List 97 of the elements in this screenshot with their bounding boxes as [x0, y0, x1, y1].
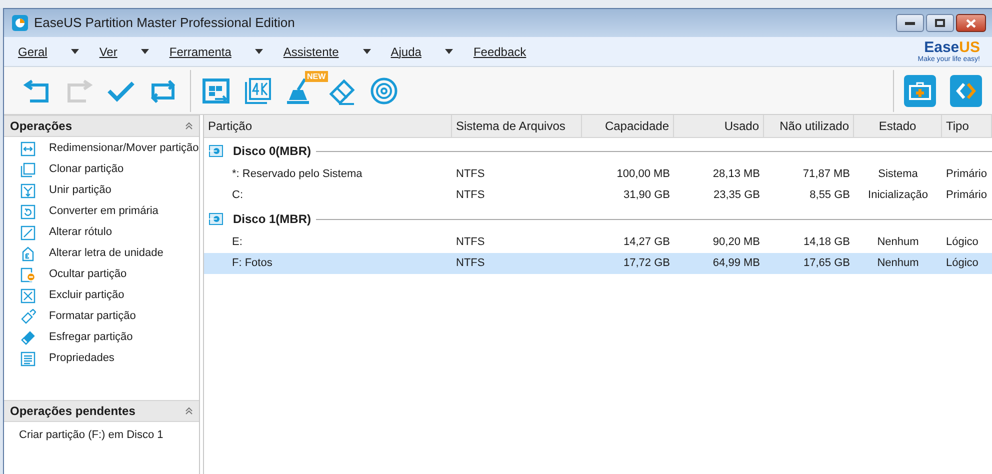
column-header[interactable]: Tipo: [942, 115, 992, 137]
table-cell-text: 17,65 GB: [802, 256, 851, 272]
pending-operation: Criar partição (F:) em Disco 1: [18, 428, 164, 443]
menu-item[interactable]: Assistente: [283, 42, 371, 60]
delete-icon: [20, 288, 36, 304]
close-icon: [966, 18, 976, 28]
edit-label-icon: [20, 224, 36, 240]
menu-item[interactable]: Feedback: [473, 42, 526, 60]
properties-icon: [20, 350, 36, 366]
table-cell-text: 14,27 GB: [622, 235, 671, 250]
dropdown-caret-icon: [141, 49, 150, 54]
paintbrush-icon: [20, 308, 36, 324]
table-cell-text: NTFS: [455, 167, 486, 182]
table-cell-text: Lógico: [945, 235, 980, 250]
table-cell-text: Lógico: [945, 256, 980, 272]
dropdown-caret-icon: [255, 49, 264, 54]
partition-row[interactable]: F: Fotos NTFS 17,72 GB 64,99 MB 17,65 GB Nenhum Lógico: [204, 253, 992, 274]
table-cell-text: 90,20 MB: [712, 235, 761, 250]
toolbar-button[interactable]: [243, 76, 273, 106]
operation-item[interactable]: Formatar partição: [4, 306, 199, 327]
collapse-icon[interactable]: [185, 122, 193, 130]
table-cell-text: *: Reservado pelo Sistema: [231, 167, 364, 182]
table-cell-text: 17,72 GB: [622, 256, 671, 272]
partition-row[interactable]: C: NTFS 31,90 GB 23,35 GB 8,55 GB Inicialização Primário: [204, 185, 992, 206]
disk-name: Disco 0(MBR): [233, 143, 312, 160]
disk-name: Disco 1(MBR): [233, 211, 312, 228]
drive-letter-icon: [20, 246, 36, 262]
table-cell-text: 23,35 GB: [712, 188, 761, 204]
disc-icon: [369, 76, 399, 106]
operation-item[interactable]: Converter em primária: [4, 201, 199, 222]
table-cell-text: NTFS: [455, 188, 486, 204]
table-cell-text: 71,87 MB: [802, 167, 851, 182]
menu-item[interactable]: Ferramenta: [169, 42, 264, 60]
table-cell-text: Primário: [945, 188, 988, 204]
close-button[interactable]: [956, 14, 986, 32]
column-header[interactable]: Partição: [204, 115, 452, 137]
toolkit-button[interactable]: [904, 74, 936, 106]
column-header[interactable]: Usado: [674, 115, 764, 137]
convert-icon: [20, 204, 36, 220]
table-cell-text: Nenhum: [876, 256, 920, 272]
partition-row[interactable]: *: Reservado pelo Sistema NTFS 100,00 MB 28,13 MB 71,87 MB Sistema Primário: [204, 164, 992, 185]
hide-icon: [20, 266, 36, 282]
first-aid-kit-icon: [909, 82, 931, 100]
chevrons-icon: [956, 80, 976, 100]
merge-icon: [20, 182, 36, 198]
dropdown-caret-icon: [445, 49, 454, 54]
table-cell-text: Sistema: [877, 167, 919, 182]
operation-item[interactable]: Alterar letra de unidade: [4, 243, 199, 264]
code-button[interactable]: [950, 74, 982, 106]
menu-item[interactable]: Ver: [99, 42, 150, 60]
minimize-button[interactable]: [896, 14, 924, 32]
table-cell-text: Nenhum: [876, 235, 920, 250]
operation-item[interactable]: Esfregar partição: [4, 327, 199, 348]
dropdown-caret-icon: [362, 49, 371, 54]
toolbar-button[interactable]: [369, 76, 399, 106]
collapse-icon[interactable]: [185, 407, 193, 415]
clone-icon: [20, 162, 36, 178]
operation-item[interactable]: Ocultar partição: [4, 264, 199, 285]
menu-item[interactable]: Geral: [18, 42, 80, 60]
panel-title: Operações pendentes: [10, 403, 136, 420]
app-logo-icon: [12, 15, 28, 31]
maximize-button[interactable]: [926, 14, 954, 32]
new-badge: NEW: [305, 70, 328, 82]
resize-icon: [20, 140, 36, 156]
operation-item[interactable]: Alterar rótulo: [4, 222, 199, 243]
panel-title: Operações: [10, 118, 72, 135]
table-cell-text: 64,99 MB: [712, 256, 761, 272]
menu-item[interactable]: Ajuda: [390, 42, 454, 60]
table-cell-text: E:: [231, 235, 244, 250]
4k-icon: [243, 76, 273, 106]
operation-item[interactable]: Redimensionar/Mover partição: [4, 138, 199, 159]
column-header[interactable]: Estado: [854, 115, 942, 137]
operation-item[interactable]: Propriedades: [4, 348, 199, 369]
operation-item[interactable]: Clonar partição: [4, 159, 199, 180]
operation-item[interactable]: Excluir partição: [4, 285, 199, 306]
dropdown-caret-icon: [71, 49, 80, 54]
operation-item[interactable]: Unir partição: [4, 180, 199, 201]
table-cell-text: 31,90 GB: [622, 188, 671, 204]
windows-monitor-icon: [201, 76, 231, 106]
eraser-icon: [20, 330, 36, 346]
window-title: EaseUS Partition Master Professional Edition: [34, 14, 295, 32]
table-cell-text: 28,13 MB: [712, 167, 761, 182]
column-header[interactable]: Capacidade: [582, 115, 674, 137]
table-cell-text: F: Fotos: [231, 256, 274, 272]
toolbar-button[interactable]: [201, 76, 231, 106]
table-cell-text: NTFS: [455, 235, 486, 250]
table-cell-text: 8,55 GB: [808, 188, 851, 204]
column-header[interactable]: Não utilizado: [764, 115, 854, 137]
table-cell-text: C:: [231, 188, 244, 204]
column-header[interactable]: Sistema de Arquivos: [452, 115, 582, 137]
table-cell-text: 14,18 GB: [802, 235, 851, 250]
table-cell-text: NTFS: [455, 256, 486, 272]
table-cell-text: 100,00 MB: [616, 167, 671, 182]
partition-row[interactable]: E: NTFS 14,27 GB 90,20 MB 14,18 GB Nenhum Lógico: [204, 232, 992, 253]
table-cell-text: Inicialização: [867, 188, 929, 204]
table-cell-text: Primário: [945, 167, 988, 182]
brand-logo: EaseUS: [924, 40, 980, 55]
